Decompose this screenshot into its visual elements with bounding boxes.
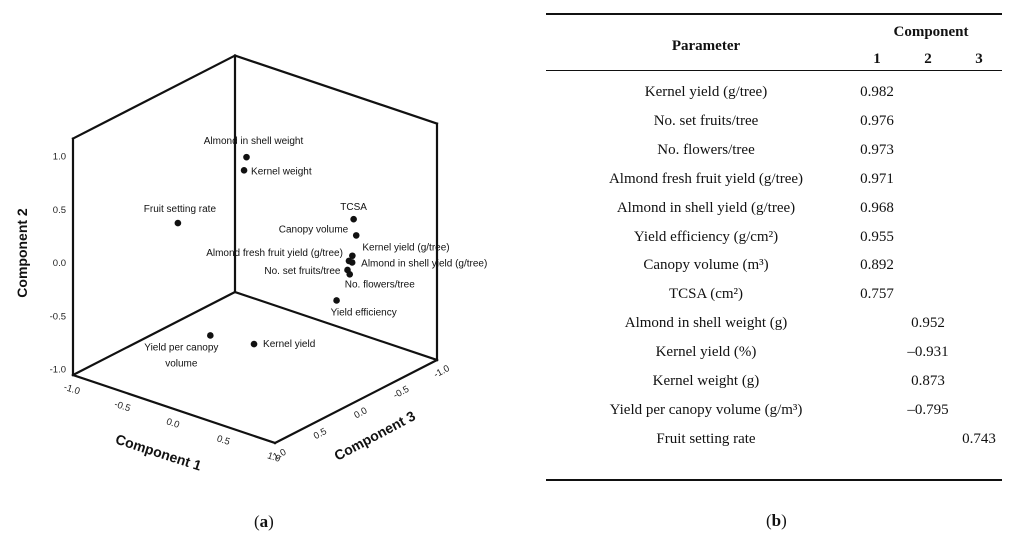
x-tick-label: 0.5	[215, 433, 231, 448]
caption-b: (b)	[766, 511, 787, 530]
loading-cell-component-3: 0.743	[962, 430, 996, 447]
data-point	[333, 297, 340, 304]
loading-cell-component-1: 0.757	[860, 286, 894, 303]
parameter-cell: Almond in shell yield (g/tree)	[616, 199, 796, 216]
table-bottom-rule	[546, 479, 1002, 481]
z-tick-label: 0.0	[352, 405, 369, 421]
parameter-cell: No. set fruits/tree	[653, 112, 759, 129]
data-point-label: TCSA	[340, 202, 367, 213]
x-axis-title: Component 1	[114, 431, 204, 474]
3d-loading-plot: -1.0 -1.0 -1.0 -0.5 -0.5 -0.5 0.0 0.0 0.0 0.5 0.5 0…	[14, 54, 488, 474]
data-point	[240, 167, 248, 174]
z-axis-title: Component 3	[331, 407, 418, 463]
loading-cell-component-1: 0.982	[860, 84, 894, 100]
parameter-cell: Almond in shell weight (g)	[624, 315, 788, 332]
cube-edge-front-left	[71, 373, 277, 445]
y-axis-title: Component 2	[14, 208, 30, 298]
caption-a: (a)	[254, 512, 274, 531]
header-col-1: 1	[873, 51, 881, 67]
data-point	[174, 219, 182, 227]
data-point-label: Almond in shell weight	[204, 136, 304, 147]
parameter-cell: Kernel weight (g)	[652, 373, 760, 389]
x-tick-label: -0.5	[113, 399, 132, 415]
cube-edge-top-right	[233, 54, 439, 125]
data-points: Almond in shell weight Kernel weight Fruit…	[144, 136, 488, 369]
data-point-label: Kernel weight	[251, 166, 312, 177]
data-point	[348, 259, 356, 266]
parameter-cell: Yield per canopy volume (g/m³)	[609, 401, 803, 418]
y-tick-label: 0.0	[53, 258, 66, 269]
loading-cell-component-1: 0.971	[860, 170, 894, 187]
header-col-2: 2	[924, 51, 932, 67]
loading-cell-component-2: –0.795	[907, 401, 949, 418]
parameter-cell: Canopy volume (m³)	[643, 257, 769, 274]
loading-cell-component-1: 0.955	[860, 228, 894, 245]
y-tick-label: -1.0	[50, 365, 66, 376]
caption-a-letter: a	[259, 512, 269, 531]
component-loadings-table: Parameter Component 1 2 3 Kernel yield (…	[546, 0, 1002, 549]
parameter-cell: Fruit setting rate	[656, 430, 756, 447]
data-point-label: volume	[165, 358, 198, 369]
data-point-label: Yield efficiency	[331, 307, 397, 318]
header-parameter: Parameter	[671, 38, 741, 54]
x-tick-label: -1.0	[62, 382, 81, 398]
data-point-label: No. flowers/tree	[345, 279, 415, 290]
loading-cell-component-1: 0.976	[860, 112, 894, 129]
parameter-cell: Kernel yield (%)	[655, 344, 757, 361]
header-component: Component	[893, 24, 969, 40]
z-tick-label: -1.0	[432, 363, 452, 380]
data-point	[350, 215, 357, 223]
loading-cell-component-2: –0.931	[907, 344, 949, 361]
data-point-label: No. set fruits/tree	[264, 266, 341, 277]
header-col-3: 3	[975, 51, 983, 67]
loading-cell-component-2: 0.873	[911, 373, 945, 389]
parameter-cell: No. flowers/tree	[657, 141, 755, 158]
data-point-label: Fruit setting rate	[144, 204, 217, 215]
data-point	[352, 232, 360, 239]
parameter-cell: Almond fresh fruit yield (g/tree)	[608, 170, 804, 187]
parameter-cell: Kernel yield (g/tree)	[644, 84, 768, 100]
data-point-label: Kernel yield (g/tree)	[362, 243, 449, 254]
loading-cell-component-1: 0.973	[860, 141, 894, 158]
data-point-label: Almond in shell yield (g/tree)	[361, 258, 487, 269]
data-point-label: Kernel yield	[263, 339, 315, 350]
data-point	[250, 340, 258, 348]
data-point-label: Canopy volume	[279, 224, 349, 235]
parameter-cell: TCSA (cm²)	[668, 286, 744, 303]
y-tick-label: 1.0	[53, 152, 66, 163]
z-tick-label: -0.5	[392, 384, 412, 401]
cube-edge-top-left	[71, 54, 237, 141]
y-tick-label: -0.5	[50, 311, 66, 322]
x-tick-label: 0.0	[165, 416, 181, 431]
data-point	[207, 332, 214, 339]
data-point	[243, 153, 250, 161]
table-header-rule	[546, 70, 1002, 71]
cube-edge-front-right	[273, 358, 439, 445]
loading-cell-component-1: 0.968	[860, 199, 894, 216]
parameter-cell: Yield efficiency (g/cm²)	[633, 228, 779, 245]
data-point	[346, 271, 354, 278]
data-point-label: Almond fresh fruit yield (g/tree)	[206, 248, 343, 259]
table-top-rule	[546, 13, 1002, 15]
y-tick-label: 0.5	[53, 205, 66, 216]
caption-b-letter: b	[771, 511, 782, 530]
data-point-label: Yield per canopy	[144, 342, 218, 353]
loading-cell-component-1: 0.892	[860, 257, 894, 274]
loading-cell-component-2: 0.952	[911, 315, 945, 332]
z-tick-label: 0.5	[312, 426, 329, 442]
